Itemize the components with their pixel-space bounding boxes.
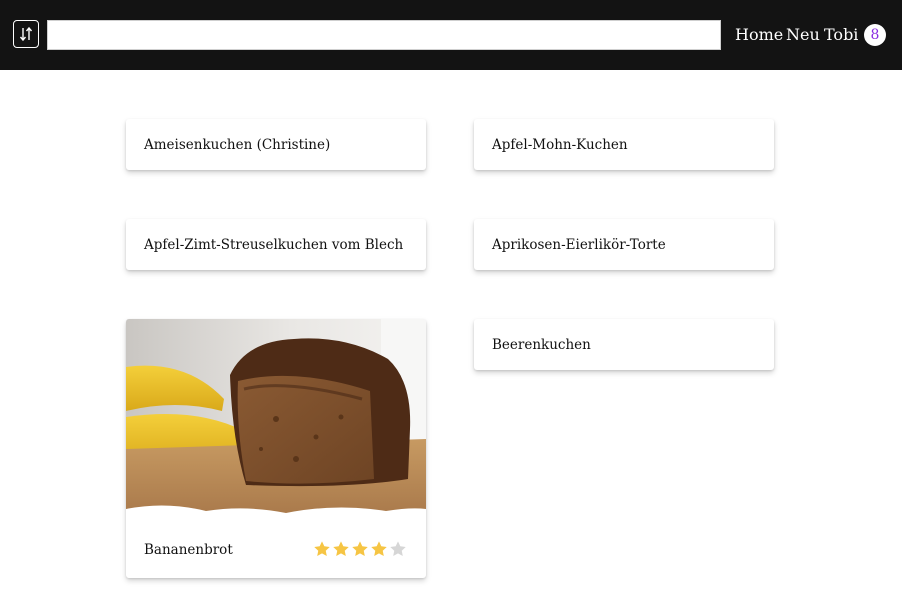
recipe-title: Beerenkuchen: [492, 337, 591, 353]
star-empty-icon: [390, 541, 406, 557]
recipe-card[interactable]: Apfel-Zimt-Streuselkuchen vom Blech: [126, 219, 426, 270]
recipe-card-with-image[interactable]: Bananenbrot: [126, 319, 426, 578]
recipe-card[interactable]: Aprikosen-Eierlikör-Torte: [474, 219, 774, 270]
recipe-card[interactable]: Ameisenkuchen (Christine): [126, 119, 426, 170]
recipe-title: Bananenbrot: [144, 542, 233, 558]
recipe-card[interactable]: Beerenkuchen: [474, 319, 774, 370]
star-filled-icon: [333, 541, 349, 557]
recipe-title: Ameisenkuchen (Christine): [144, 137, 331, 153]
recipe-card[interactable]: Apfel-Mohn-Kuchen: [474, 119, 774, 170]
sort-arrows-icon: [19, 26, 33, 42]
star-rating: [313, 540, 407, 558]
nav-link-home[interactable]: Home: [735, 25, 783, 45]
star-filled-icon: [371, 541, 387, 557]
recipe-title: Apfel-Zimt-Streuselkuchen vom Blech: [144, 237, 404, 253]
recipe-title: Aprikosen-Eierlikör-Torte: [492, 237, 666, 253]
recipe-title: Apfel-Mohn-Kuchen: [492, 137, 628, 153]
banana-bread-photo: [126, 319, 426, 519]
top-navbar: Home Neu Tobi 8: [0, 0, 902, 70]
search-input[interactable]: [47, 20, 721, 50]
nav-link-neu[interactable]: Neu: [786, 25, 820, 45]
star-filled-icon: [352, 541, 368, 557]
notification-badge[interactable]: 8: [864, 24, 886, 46]
nav-link-user[interactable]: Tobi: [824, 25, 858, 45]
sort-button[interactable]: [13, 20, 39, 48]
star-filled-icon: [314, 541, 330, 557]
